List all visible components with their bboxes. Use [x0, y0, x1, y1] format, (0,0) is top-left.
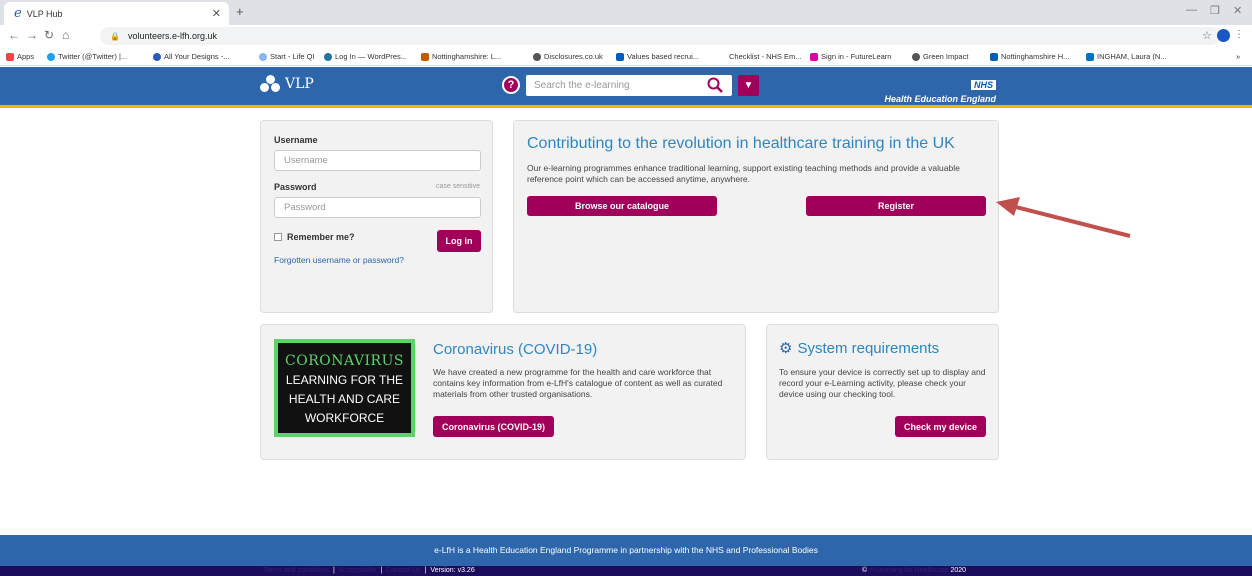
header-accent-bar: [0, 105, 1252, 108]
covid-banner-line: WORKFORCE: [304, 411, 385, 425]
copyright: © e-Learning for Healthcare 2020: [862, 566, 966, 576]
covid-description: We have created a new programme for the …: [433, 367, 723, 399]
covid-banner-line: LEARNING FOR THE: [285, 373, 404, 387]
bookmark-checklist[interactable]: Checklist - NHS Em...: [729, 52, 802, 61]
copyright-symbol: ©: [862, 567, 868, 574]
nhs-badge: NHS: [970, 80, 996, 90]
url-text: volunteers.e-lfh.org.uk: [127, 31, 218, 41]
nhs-org-name: Health Education England: [884, 94, 996, 104]
footer: e-LfH is a Health Education England Prog…: [0, 535, 1252, 566]
nhs-hee-logo: NHS Health Education England: [884, 75, 996, 104]
help-icon[interactable]: ?: [502, 76, 520, 94]
restore-icon[interactable]: ❐: [1210, 4, 1220, 17]
close-window-icon[interactable]: ✕: [1233, 4, 1242, 17]
covid-button[interactable]: Coronavirus (COVID-19): [433, 416, 554, 437]
search-dropdown-button[interactable]: ▼: [738, 75, 759, 96]
bookmark-wordpress[interactable]: Log In — WordPres...: [324, 52, 407, 61]
hero-panel: Contributing to the revolution in health…: [513, 120, 999, 313]
gear-icon: ⚙: [779, 340, 793, 357]
ie-logo-icon: e: [14, 6, 22, 21]
reload-icon[interactable]: ↻: [44, 28, 54, 42]
bookmark-futurelearn[interactable]: Sign in - FutureLearn: [810, 52, 891, 61]
url-field[interactable]: 🔒 volunteers.e-lfh.org.uk: [100, 27, 1220, 45]
chevron-down-icon: ▼: [743, 80, 754, 91]
bookmark-nottinghamshire-h[interactable]: Nottinghamshire H...: [990, 52, 1069, 61]
bookmark-star-icon[interactable]: ☆: [1202, 29, 1212, 42]
remember-me-checkbox[interactable]: [274, 233, 282, 241]
covid-banner-line: HEALTH AND CARE: [288, 392, 401, 406]
bookmark-ingham[interactable]: INGHAM, Laura (N...: [1086, 52, 1167, 61]
site-header: VLP ? ▼ NHS Health Education England: [0, 67, 1252, 105]
covid-panel: CORONAVIRUS LEARNING FOR THE HEALTH AND …: [260, 324, 746, 460]
bookmarks-overflow-icon[interactable]: »: [1236, 52, 1240, 61]
lock-icon: 🔒: [110, 31, 120, 41]
address-bar: ← → ↻ ⌂ 🔒 volunteers.e-lfh.org.uk ☆ ⋮: [0, 25, 1252, 47]
footer-text: e-LfH is a Health Education England Prog…: [434, 545, 818, 555]
bookmark-values[interactable]: Values based recrui...: [616, 52, 699, 61]
search-input[interactable]: [526, 75, 732, 96]
footer-links: Terms and conditions | Accessibility | C…: [263, 567, 475, 574]
back-icon[interactable]: ←: [8, 28, 20, 42]
forgot-credentials-link[interactable]: Forgotten username or password?: [274, 255, 404, 265]
close-tab-icon[interactable]: ✕: [212, 7, 221, 20]
tab-title: VLP Hub: [26, 8, 63, 19]
bookmark-green-impact[interactable]: Green Impact: [912, 52, 968, 61]
browse-catalogue-button[interactable]: Browse our catalogue: [527, 196, 717, 216]
annotation-arrow-icon: [996, 197, 1131, 238]
hero-description: Our e-learning programmes enhance tradit…: [527, 163, 960, 184]
system-requirements-title: ⚙ System requirements: [779, 339, 939, 357]
bookmark-nottinghamshire[interactable]: Nottinghamshire: L...: [421, 52, 501, 61]
system-requirements-panel: ⚙ System requirements To ensure your devi…: [766, 324, 999, 460]
browser-tab-bar: e VLP Hub ✕ + — ❐ ✕: [0, 0, 1252, 25]
case-sensitive-note: case sensitive: [436, 183, 480, 190]
check-device-button[interactable]: Check my device: [895, 416, 986, 437]
terms-link[interactable]: Terms and conditions: [263, 567, 329, 574]
vlp-logo[interactable]: VLP: [260, 75, 314, 92]
system-requirements-title-text: System requirements: [797, 340, 940, 357]
system-requirements-description: To ensure your device is correctly set u…: [779, 367, 986, 399]
browser-tab[interactable]: e VLP Hub ✕: [4, 2, 229, 25]
logo-text: VLP: [285, 76, 314, 92]
search-icon[interactable]: [707, 77, 723, 93]
profile-avatar[interactable]: [1217, 29, 1230, 42]
password-field[interactable]: [274, 197, 481, 218]
home-icon[interactable]: ⌂: [62, 28, 69, 42]
contact-link[interactable]: Contact Us: [386, 567, 421, 574]
login-button[interactable]: Log in: [437, 230, 481, 252]
forward-icon[interactable]: →: [26, 28, 38, 42]
version-text: Version: v3.26: [430, 567, 475, 574]
sub-footer: Terms and conditions | Accessibility | C…: [0, 566, 1252, 576]
username-label: Username: [274, 135, 318, 145]
bookmark-apps[interactable]: Apps: [6, 52, 34, 61]
login-panel: Username Password case sensitive Remembe…: [260, 120, 493, 313]
minimize-icon[interactable]: —: [1186, 4, 1197, 16]
vlp-logo-icon: [260, 75, 282, 92]
accessibility-link[interactable]: Accessibility: [338, 567, 376, 574]
password-label: Password: [274, 182, 317, 192]
covid-title: Coronavirus (COVID-19): [433, 341, 598, 358]
covid-banner-heading: CORONAVIRUS: [285, 353, 404, 369]
bookmark-designs[interactable]: All Your Designs -...: [153, 52, 229, 61]
copyright-year: 2020: [950, 567, 967, 574]
copyright-org[interactable]: e-Learning for Healthcare: [869, 567, 948, 574]
covid-banner-image[interactable]: CORONAVIRUS LEARNING FOR THE HEALTH AND …: [274, 339, 415, 437]
bookmark-disclosures[interactable]: Disclosures.co.uk: [533, 52, 603, 61]
new-tab-icon[interactable]: +: [236, 4, 244, 19]
menu-kebab-icon[interactable]: ⋮: [1234, 29, 1244, 40]
bookmark-lifeqi[interactable]: Start - Life QI: [259, 52, 315, 61]
register-button[interactable]: Register: [806, 196, 986, 216]
remember-me-label: Remember me?: [287, 232, 355, 242]
bookmark-twitter[interactable]: Twitter (@Twitter) |...: [47, 52, 127, 61]
bookmarks-bar: Apps Twitter (@Twitter) |... All Your De…: [0, 47, 1252, 66]
hero-title: Contributing to the revolution in health…: [527, 135, 955, 152]
username-field[interactable]: [274, 150, 481, 171]
